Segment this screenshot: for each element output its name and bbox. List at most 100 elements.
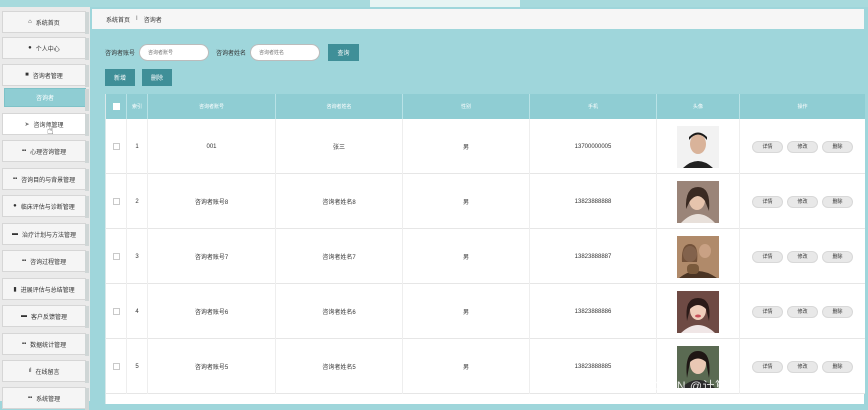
user-icon: ● [28,45,32,51]
detail-button[interactable]: 详情 [752,360,783,373]
folder-icon: ▬ [20,313,27,319]
column-header: 操作 [797,104,808,110]
query-button[interactable]: 查询 [328,44,360,61]
edit-button[interactable]: 修改 [787,250,818,263]
row-phone: 13823888886 [530,284,657,339]
sidebar-item-home[interactable]: ⌂ 系统首页 [2,11,89,34]
row-checkbox[interactable] [112,363,120,370]
row-actions: 详情 修改 删除 [740,174,865,229]
chart-icon: ▮ [13,286,17,293]
sidebar-item-messages[interactable]: ıl 在线留言 [2,360,89,383]
data-table: 索引 咨询者账号 咨询者姓名 性别 手机 头像 操作 1 001 张三 男 13… [105,94,865,404]
row-index: 2 [127,174,148,229]
row-gender: 男 [403,229,530,284]
edit-button[interactable]: 修改 [787,195,818,208]
row-account: 咨询者账号8 [148,174,276,229]
avatar [677,125,719,168]
row-account: 001 [148,119,276,174]
detail-button[interactable]: 详情 [752,305,783,318]
row-account: 咨询者账号5 [148,339,276,394]
row-gender: 男 [403,284,530,339]
list-icon: ■ [25,72,29,78]
account-search-input[interactable] [139,44,210,61]
sidebar-item-profile[interactable]: ● 个人中心 [2,37,89,60]
row-name: 咨询者姓名8 [276,174,403,229]
watermark: CSDN @计算机毕设程序设计 [650,379,816,393]
delete-button[interactable]: 删除 [822,305,853,318]
top-strip-highlight [370,0,520,7]
edit-button[interactable]: 修改 [787,140,818,153]
detail-button[interactable]: 详情 [752,140,783,153]
column-header: 手机 [530,94,657,119]
briefcase-icon: ▬ [11,231,18,237]
row-gender: 男 [403,339,530,394]
table-row: 1 001 张三 男 13700000005 详情 修改 删除 [106,119,865,174]
grid-icon: ▪▪ [12,176,18,182]
delete-button[interactable]: 删除 [822,360,853,373]
row-checkbox[interactable] [112,143,120,150]
row-actions: 详情 修改 删除 [740,284,865,339]
breadcrumb: 系统首页 I 咨询者 [92,9,864,29]
breadcrumb-home[interactable]: 系统首页 [106,15,130,24]
add-button[interactable]: 新增 [105,69,135,86]
delete-button[interactable]: 删除 [822,140,853,153]
table-header: 索引 咨询者账号 咨询者姓名 性别 手机 头像 操作 [106,94,865,119]
detail-button[interactable]: 详情 [752,195,783,208]
row-checkbox[interactable] [112,308,120,315]
sidebar-item-customer-feedback[interactable]: ▬ 客户反馈管理 [2,305,89,328]
grid-icon: ▪▪ [21,341,27,347]
select-all-checkbox[interactable] [112,103,120,110]
row-gender: 男 [403,119,530,174]
row-index: 3 [127,229,148,284]
sidebar-item-consultee-management[interactable]: ■ 咨询者管理 [2,64,89,87]
row-checkbox[interactable] [112,198,120,205]
row-name: 咨询者姓名5 [276,339,403,394]
sidebar-item-counselor-management[interactable]: ➤ 咨询师管理 [2,113,89,136]
bar-chart-icon: ıl [28,368,32,374]
column-header: 咨询者姓名 [276,94,403,119]
home-icon: ⌂ [28,19,32,25]
sidebar-item-consultee[interactable]: 咨询者 [4,88,89,111]
row-name: 张三 [276,119,403,174]
sidebar-item-purpose-background[interactable]: ▪▪ 咨询目的与背景管理 [2,168,89,191]
sidebar-item-psych-consult[interactable]: ▪▪ 心理咨询管理 [2,140,89,163]
column-header: 索引 [127,94,148,119]
row-actions: 详情 修改 删除 [740,119,865,174]
table-row: 3 咨询者账号7 咨询者姓名7 男 13823888887 详情 修改 删除 [106,229,865,284]
edit-button[interactable]: 修改 [787,305,818,318]
table-row: 2 咨询者账号8 咨询者姓名8 男 13823888888 详情 修改 删除 [106,174,865,229]
delete-button[interactable]: 删除 [822,195,853,208]
row-gender: 男 [403,174,530,229]
main-panel: 咨询者账号 咨询者姓名 查询 新增 删除 索引 咨询者账号 咨询者姓名 性别 手… [92,32,865,404]
name-search-input[interactable] [250,44,321,61]
delete-button[interactable]: 删除 [822,250,853,263]
row-index: 4 [127,284,148,339]
sidebar-item-consult-process[interactable]: ▪▪ 咨询过程管理 [2,250,89,273]
sidebar-item-treatment-plan[interactable]: ▬ 治疗计划与方法管理 [2,223,89,246]
row-phone: 13823888887 [530,229,657,284]
sidebar-item-clinical-assessment[interactable]: ● 临床评估与诊断管理 [2,195,89,218]
column-header: 咨询者账号 [148,94,276,119]
avatar [677,180,719,223]
row-checkbox[interactable] [112,253,120,260]
account-label: 咨询者账号 [105,51,136,57]
detail-button[interactable]: 详情 [752,250,783,263]
sidebar-item-progress-evaluation[interactable]: ▮ 进展评估与总结管理 [2,278,89,301]
top-strip [0,0,868,7]
table-row: 4 咨询者账号6 咨询者姓名6 男 13823888886 详情 修改 删除 [106,284,865,339]
edit-button[interactable]: 修改 [787,360,818,373]
sidebar-item-system[interactable]: ▪▪ 系统管理 [2,387,89,410]
row-account: 咨询者账号6 [148,284,276,339]
search-bar: 咨询者账号 咨询者姓名 查询 [105,44,360,61]
row-actions: 详情 修改 删除 [740,229,865,284]
send-icon: ➤ [24,121,30,128]
column-header: 头像 [657,94,740,119]
breadcrumb-separator: I [136,16,138,22]
avatar [677,290,719,333]
row-name: 咨询者姓名7 [276,229,403,284]
select-all-cell[interactable] [106,94,127,119]
grid-icon: ▪▪ [21,148,27,154]
bulk-delete-button[interactable]: 删除 [142,69,172,86]
sidebar-item-statistics[interactable]: ▪▪ 数据统计管理 [2,333,89,356]
row-phone: 13823888885 [530,339,657,394]
